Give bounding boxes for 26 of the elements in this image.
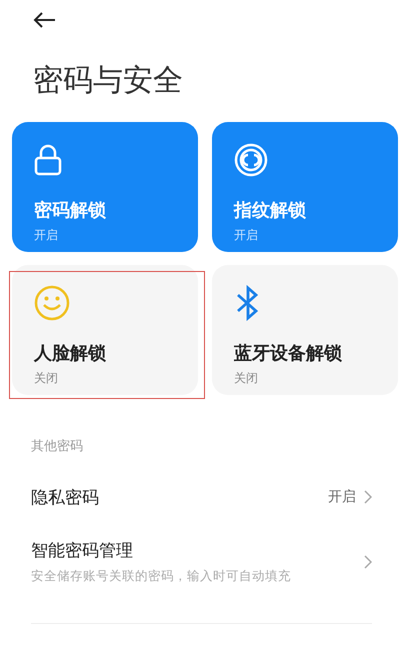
card-status: 开启 (234, 227, 259, 244)
card-status: 关闭 (234, 370, 259, 387)
settings-row[interactable]: 隐私密码 开启 (12, 479, 398, 515)
card-title: 人脸解锁 (34, 342, 107, 365)
unlock-card[interactable]: 密码解锁 开启 (12, 122, 198, 252)
lock-icon (34, 142, 62, 178)
chevron-icon (364, 555, 372, 569)
row-title: 隐私密码 (31, 486, 100, 508)
row-subtitle: 安全储存账号关联的密码，输入时可自动填充 (31, 568, 292, 585)
chevron-icon (364, 490, 372, 504)
row-title: 智能密码管理 (31, 540, 134, 562)
unlock-card[interactable]: 人脸解锁 关闭 (12, 265, 198, 395)
card-title: 指纹解锁 (234, 199, 307, 222)
card-title: 密码解锁 (34, 199, 107, 222)
section-label: 其他密码 (31, 438, 84, 455)
settings-row[interactable]: 智能密码管理 安全储存账号关联的密码，输入时可自动填充 (12, 539, 398, 585)
row-value: 开启 (328, 488, 356, 506)
card-title: 蓝牙设备解锁 (234, 342, 343, 365)
fingerprint-icon (234, 142, 268, 178)
back-icon[interactable] (33, 11, 57, 29)
page-title: 密码与安全 (33, 63, 184, 99)
unlock-card[interactable]: 指纹解锁 开启 (212, 122, 398, 252)
card-status: 开启 (34, 227, 59, 244)
smiley-icon (34, 285, 70, 321)
card-status: 关闭 (34, 370, 59, 387)
unlock-card[interactable]: 蓝牙设备解锁 关闭 (212, 265, 398, 395)
